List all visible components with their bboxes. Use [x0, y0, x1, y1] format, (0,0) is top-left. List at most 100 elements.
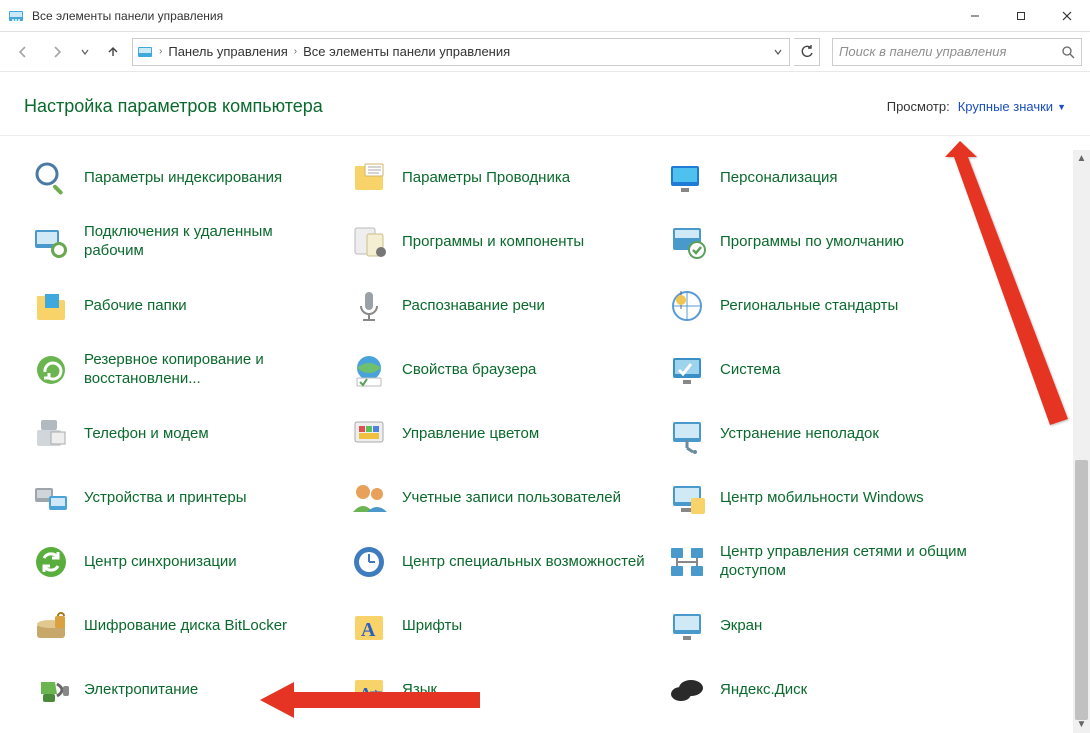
cp-item-label: Центр мобильности Windows: [720, 489, 924, 508]
close-button[interactable]: [1044, 0, 1090, 32]
scroll-down-button[interactable]: ▼: [1073, 716, 1090, 733]
forward-button[interactable]: [42, 38, 72, 66]
cp-item-yadisk[interactable]: Яндекс.Диск: [660, 658, 978, 722]
up-button[interactable]: [98, 38, 128, 66]
cp-item-sync[interactable]: Центр синхронизации: [24, 530, 342, 594]
cp-item-label: Центр управления сетями и общим доступом: [720, 543, 970, 581]
folder-options-icon: [348, 157, 390, 199]
work-folders-icon: [30, 285, 72, 327]
view-by: Просмотр: Крупные значки ▼: [887, 99, 1066, 114]
scroll-up-button[interactable]: ▲: [1073, 150, 1090, 167]
color-icon: [348, 413, 390, 455]
cp-item-folder-options[interactable]: Параметры Проводника: [342, 146, 660, 210]
system-icon: [666, 349, 708, 391]
cp-item-label: Подключения к удаленным рабочим: [84, 223, 334, 261]
phone-icon: [30, 413, 72, 455]
cp-item-label: Управление цветом: [402, 425, 539, 444]
cp-item-label: Шифрование диска BitLocker: [84, 617, 287, 636]
magnifier-icon: [30, 157, 72, 199]
cp-item-bitlocker[interactable]: Шифрование диска BitLocker: [24, 594, 342, 658]
cp-item-label: Параметры индексирования: [84, 169, 282, 188]
cp-item-label: Учетные записи пользователей: [402, 489, 621, 508]
cp-item-label: Региональные стандарты: [720, 297, 898, 316]
search-icon: [1061, 45, 1075, 59]
cp-item-system[interactable]: Система: [660, 338, 978, 402]
cp-item-backup[interactable]: Резервное копирование и восстановлени...: [24, 338, 342, 402]
cp-item-defaults[interactable]: Программы по умолчанию: [660, 210, 978, 274]
breadcrumb-cp-icon: [137, 44, 153, 60]
cp-item-region[interactable]: Региональные стандарты: [660, 274, 978, 338]
cp-item-label: Язык: [402, 681, 437, 700]
window-controls: [952, 0, 1090, 32]
page-title: Настройка параметров компьютера: [24, 96, 323, 117]
cp-item-label: Яндекс.Диск: [720, 681, 807, 700]
cp-item-label: Шрифты: [402, 617, 462, 636]
cp-item-magnifier[interactable]: Параметры индексирования: [24, 146, 342, 210]
cp-item-label: Параметры Проводника: [402, 169, 570, 188]
maximize-button[interactable]: [998, 0, 1044, 32]
recent-dropdown[interactable]: [76, 38, 94, 66]
breadcrumb-dropdown[interactable]: [773, 47, 785, 57]
remote-icon: [30, 221, 72, 263]
breadcrumb-item-2[interactable]: Все элементы панели управления: [303, 44, 510, 59]
search-input[interactable]: [839, 44, 1061, 59]
cp-item-programs[interactable]: Программы и компоненты: [342, 210, 660, 274]
vertical-scrollbar[interactable]: ▲ ▼: [1073, 150, 1090, 733]
cp-item-devices[interactable]: Устройства и принтеры: [24, 466, 342, 530]
chevron-right-icon: ›: [159, 46, 162, 57]
chevron-right-icon: ›: [294, 46, 297, 57]
navbar: › Панель управления › Все элементы панел…: [0, 32, 1090, 72]
cp-item-troubleshoot[interactable]: Устранение неполадок: [660, 402, 978, 466]
cp-item-fonts[interactable]: A Шрифты: [342, 594, 660, 658]
cp-item-ease[interactable]: Центр специальных возможностей: [342, 530, 660, 594]
cp-item-users[interactable]: Учетные записи пользователей: [342, 466, 660, 530]
cp-item-network[interactable]: Центр управления сетями и общим доступом: [660, 530, 978, 594]
cp-item-label: Система: [720, 361, 780, 380]
caret-down-icon: ▼: [1057, 102, 1066, 112]
cp-item-speech[interactable]: Распознавание речи: [342, 274, 660, 338]
control-panel-grid: Параметры индексирования Параметры Провод…: [24, 146, 1080, 722]
devices-icon: [30, 477, 72, 519]
language-icon: A字: [348, 669, 390, 711]
cp-item-phone[interactable]: Телефон и модем: [24, 402, 342, 466]
fonts-icon: A: [348, 605, 390, 647]
internet-options-icon: [348, 349, 390, 391]
cp-item-power[interactable]: Электропитание: [24, 658, 342, 722]
cp-item-label: Центр специальных возможностей: [402, 553, 645, 572]
display-icon: [666, 605, 708, 647]
control-panel-icon: [8, 8, 24, 24]
cp-item-label: Рабочие папки: [84, 297, 187, 316]
content-area: Параметры индексирования Параметры Провод…: [0, 136, 1090, 727]
back-button[interactable]: [8, 38, 38, 66]
cp-item-language[interactable]: A字 Язык: [342, 658, 660, 722]
sync-icon: [30, 541, 72, 583]
view-by-label: Просмотр:: [887, 99, 950, 114]
mobility-icon: [666, 477, 708, 519]
svg-text:字: 字: [369, 690, 383, 706]
cp-item-mobility[interactable]: Центр мобильности Windows: [660, 466, 978, 530]
scroll-thumb[interactable]: [1075, 460, 1088, 720]
svg-text:A: A: [361, 619, 376, 641]
refresh-button[interactable]: [794, 38, 820, 66]
breadcrumb-item-1[interactable]: Панель управления: [168, 44, 287, 59]
view-by-value: Крупные значки: [958, 99, 1053, 114]
cp-item-display[interactable]: Экран: [660, 594, 978, 658]
cp-item-color[interactable]: Управление цветом: [342, 402, 660, 466]
cp-item-remote[interactable]: Подключения к удаленным рабочим: [24, 210, 342, 274]
cp-item-internet-options[interactable]: Свойства браузера: [342, 338, 660, 402]
breadcrumb[interactable]: › Панель управления › Все элементы панел…: [132, 38, 790, 66]
cp-item-personalize[interactable]: Персонализация: [660, 146, 978, 210]
minimize-button[interactable]: [952, 0, 998, 32]
cp-item-work-folders[interactable]: Рабочие папки: [24, 274, 342, 338]
defaults-icon: [666, 221, 708, 263]
cp-item-label: Устранение неполадок: [720, 425, 879, 444]
users-icon: [348, 477, 390, 519]
view-by-dropdown[interactable]: Крупные значки ▼: [958, 99, 1066, 114]
speech-icon: [348, 285, 390, 327]
cp-item-label: Персонализация: [720, 169, 838, 188]
window-title: Все элементы панели управления: [32, 9, 952, 23]
programs-icon: [348, 221, 390, 263]
titlebar: Все элементы панели управления: [0, 0, 1090, 32]
search-box[interactable]: [832, 38, 1082, 66]
cp-item-label: Электропитание: [84, 681, 198, 700]
